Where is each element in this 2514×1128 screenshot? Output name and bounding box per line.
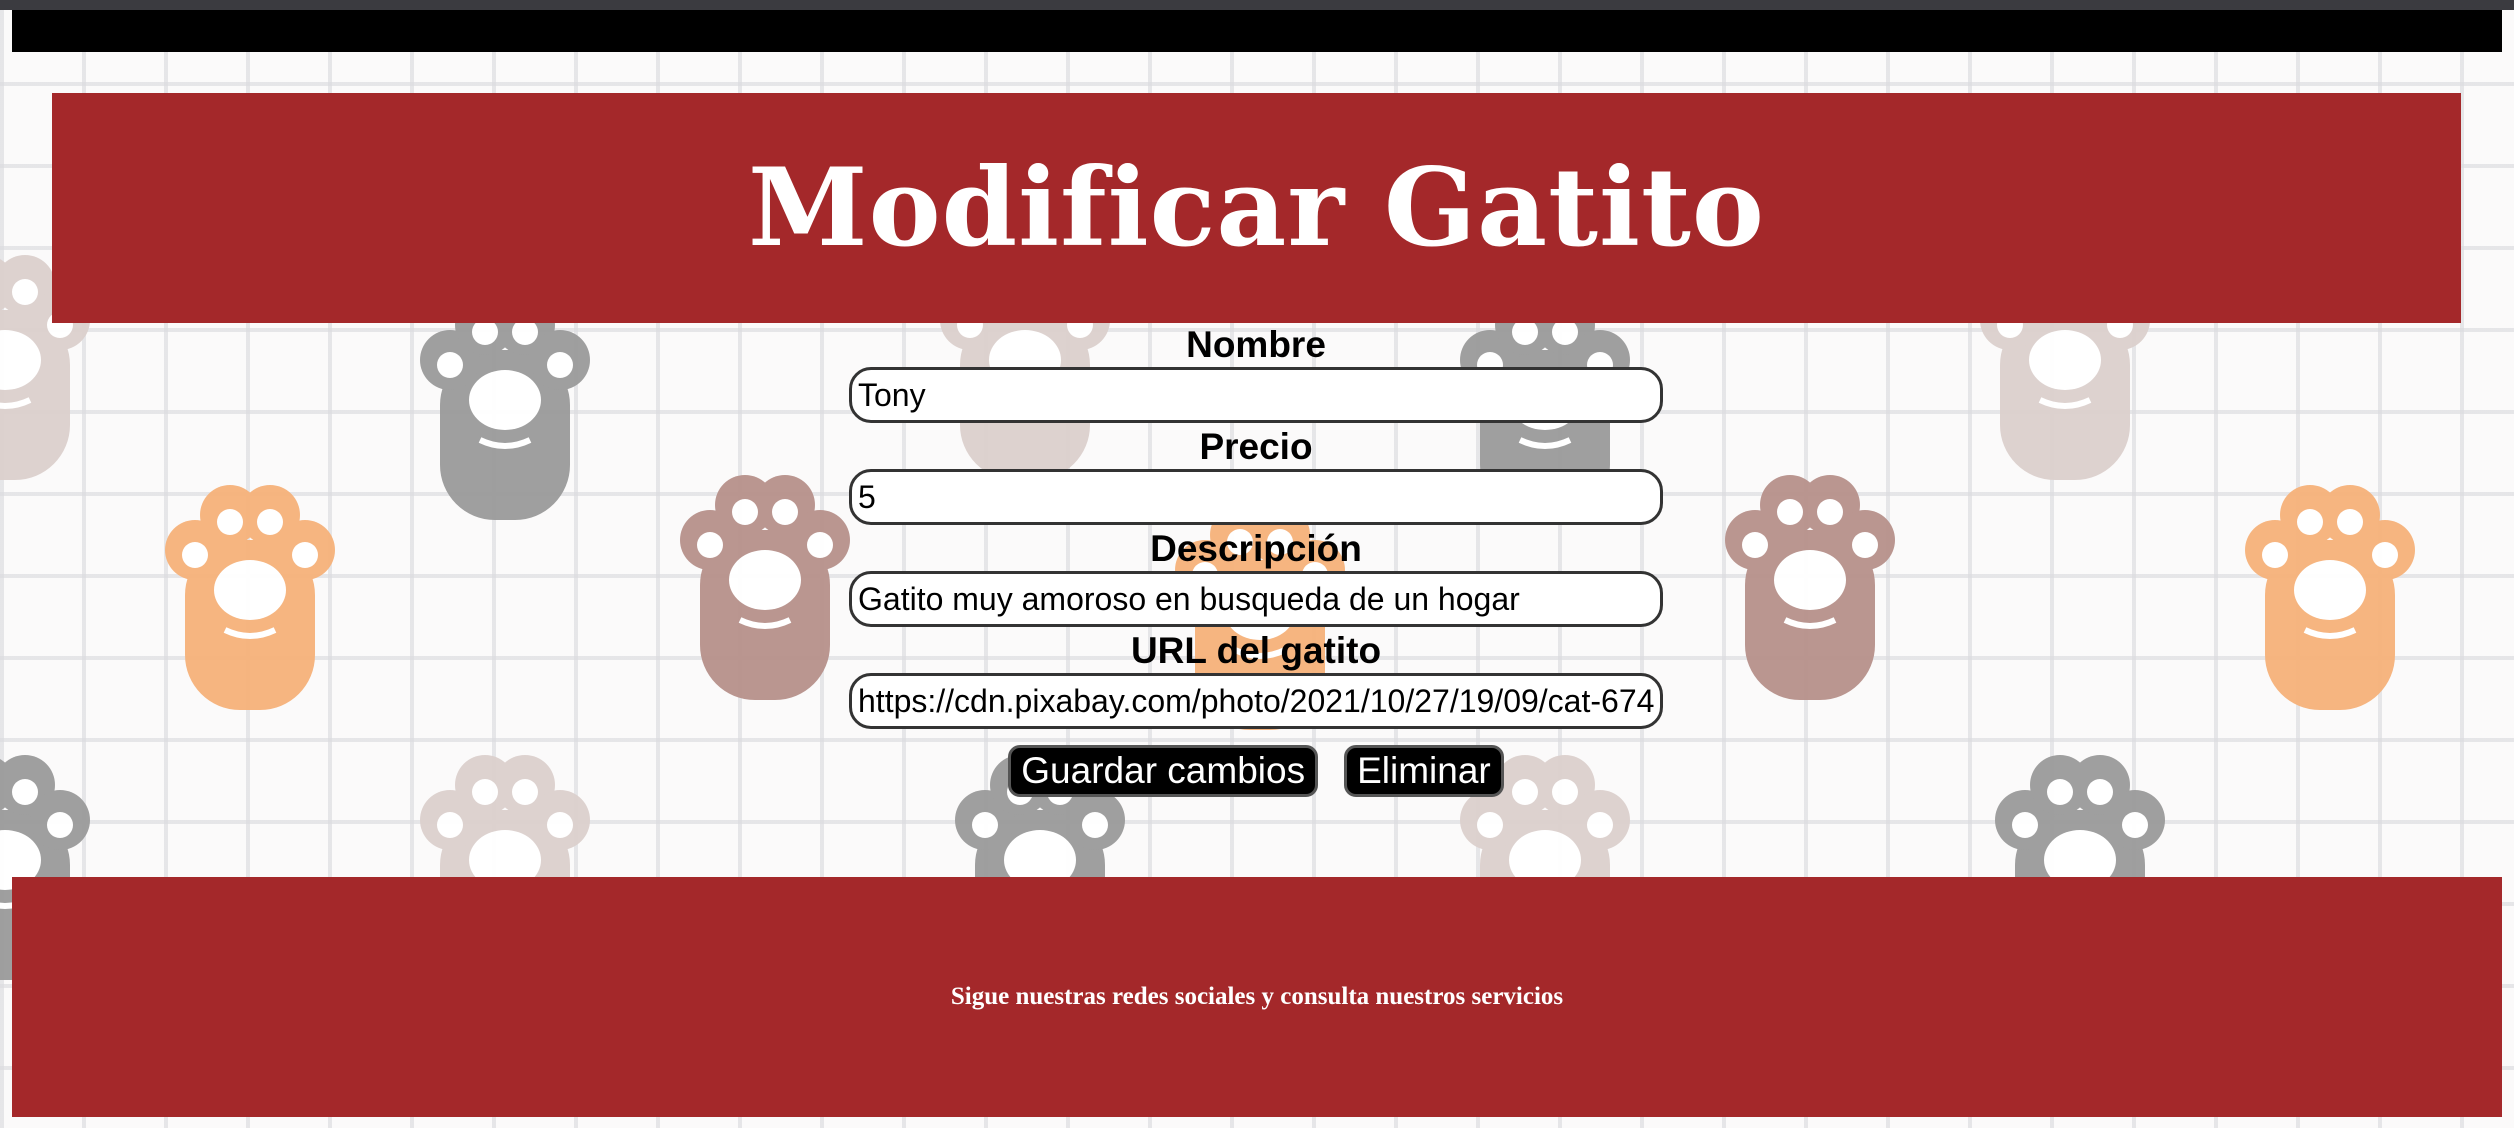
precio-label: Precio (1199, 426, 1313, 467)
url-input[interactable] (849, 673, 1663, 729)
descripcion-label: Descripción (1150, 528, 1362, 569)
delete-button[interactable]: Eliminar (1344, 745, 1504, 797)
footer-text: Sigue nuestras redes sociales y consulta… (950, 983, 1564, 1010)
save-changes-button[interactable]: Guardar cambios (1008, 745, 1319, 797)
edit-cat-form: Nombre Precio Descripción URL del gatito… (849, 323, 1663, 797)
form-actions: Guardar cambios Eliminar (849, 745, 1663, 797)
url-label: URL del gatito (1130, 630, 1382, 671)
page-footer: Sigue nuestras redes sociales y consulta… (12, 877, 2502, 1117)
precio-input[interactable] (849, 469, 1663, 525)
page-title: Modificar Gatito (748, 145, 1765, 271)
page-header: Modificar Gatito (52, 93, 2461, 323)
nombre-input[interactable] (849, 367, 1663, 423)
descripcion-input[interactable] (849, 571, 1663, 627)
browser-frame-edge (0, 0, 2514, 10)
top-navbar (12, 10, 2502, 52)
nombre-label: Nombre (1186, 324, 1326, 365)
